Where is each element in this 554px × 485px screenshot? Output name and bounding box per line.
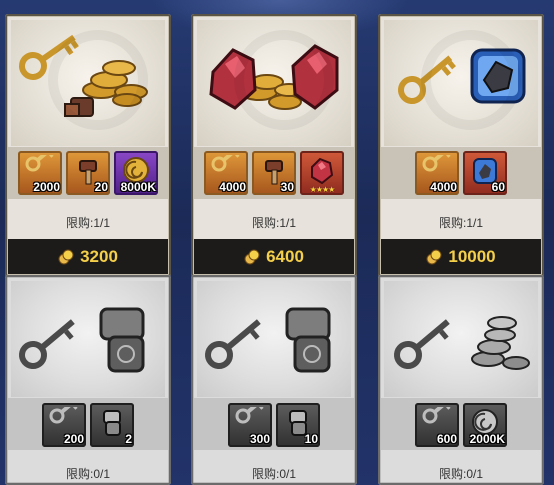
reward-items: 300 10 xyxy=(191,403,357,447)
gauntlet-icon xyxy=(103,410,121,436)
shop-card-1[interactable]: 2000 20 8000K 限购:1/1 3200 xyxy=(5,14,171,277)
item-quantity: 200 xyxy=(63,432,84,446)
purchase-limit: 限购:1/1 xyxy=(438,216,484,230)
buy-button[interactable]: 6400 xyxy=(194,239,354,274)
item-quantity: 4000 xyxy=(219,180,246,194)
item-quantity: 2000K xyxy=(469,432,505,446)
reward-slot-gauntlet[interactable]: 10 xyxy=(276,403,320,447)
price-value: 10000 xyxy=(448,246,496,266)
price-value: 3200 xyxy=(80,246,118,266)
card-hero-image xyxy=(197,281,351,397)
item-quantity: 600 xyxy=(436,432,457,446)
reward-slot-hammer[interactable]: 20 xyxy=(66,151,110,195)
reward-slot-key[interactable]: 300 xyxy=(228,403,272,447)
purchase-limit: 限购:1/1 xyxy=(251,216,297,230)
item-quantity: 10 xyxy=(304,432,318,446)
purchase-limit: 限购:0/1 xyxy=(251,467,297,481)
item-quantity: 2000 xyxy=(33,180,60,194)
reward-slot-key[interactable]: 2000 xyxy=(18,151,62,195)
shop-card-5[interactable]: 300 10 限购:0/1 xyxy=(191,275,357,485)
item-rarity-stars: ★★★★ xyxy=(309,185,336,194)
reward-slot-hammer[interactable]: 30 xyxy=(252,151,296,195)
item-quantity: 300 xyxy=(249,432,270,446)
purchase-limit: 限购:1/1 xyxy=(65,216,111,230)
buy-button[interactable]: 10000 xyxy=(381,239,541,274)
item-quantity: 8000K xyxy=(120,180,156,194)
card-hero-image xyxy=(384,20,538,146)
key-and-gauntlet-illustration xyxy=(19,307,145,373)
item-quantity: 60 xyxy=(491,180,505,194)
card-hero-image xyxy=(384,281,538,397)
shop-card-2[interactable]: 4000 30 ★★★★ 限购:1/1 6400 xyxy=(191,14,357,277)
shop-card-4[interactable]: 200 2 限购:0/1 xyxy=(5,275,171,485)
item-quantity: 30 xyxy=(280,180,294,194)
reward-slot-key[interactable]: 200 xyxy=(42,403,86,447)
key-and-silver-coins-illustration xyxy=(394,316,530,370)
red-gem-icon xyxy=(311,157,334,185)
card-hero-image xyxy=(197,20,351,146)
item-quantity: 20 xyxy=(94,180,108,194)
buy-button[interactable]: 3200 xyxy=(8,239,168,274)
card-hero-image xyxy=(11,281,165,397)
reward-slot-key[interactable]: 600 xyxy=(415,403,459,447)
card-hero-image xyxy=(11,20,165,146)
currency-icon xyxy=(58,249,74,264)
reward-items: 2000 20 8000K xyxy=(5,151,171,195)
purchase-limit: 限购:0/1 xyxy=(438,467,484,481)
item-quantity: 2 xyxy=(125,432,132,446)
reward-slot-crystal[interactable]: 60 xyxy=(463,151,507,195)
currency-icon xyxy=(426,249,442,264)
shop-card-6[interactable]: 600 2000K 限购:0/1 xyxy=(378,275,544,485)
shop-card-3[interactable]: 4000 60 限购:1/1 10000 xyxy=(378,14,544,277)
currency-icon xyxy=(244,249,260,264)
reward-slot-gold[interactable]: 8000K xyxy=(114,151,158,195)
price-value: 6400 xyxy=(266,246,304,266)
reward-items: 4000 30 ★★★★ xyxy=(191,151,357,195)
reward-items: 600 2000K xyxy=(378,403,544,447)
key-and-gauntlet-illustration xyxy=(205,307,331,373)
reward-slot-gauntlet[interactable]: 2 xyxy=(90,403,134,447)
reward-slot-silver[interactable]: 2000K xyxy=(463,403,507,447)
reward-slot-key[interactable]: 4000 xyxy=(204,151,248,195)
reward-slot-key[interactable]: 4000 xyxy=(415,151,459,195)
reward-slot-gem[interactable]: ★★★★ xyxy=(300,151,344,195)
reward-items: 200 2 xyxy=(5,403,171,447)
item-quantity: 4000 xyxy=(430,180,457,194)
purchase-limit: 限购:0/1 xyxy=(65,467,111,481)
reward-items: 4000 60 xyxy=(378,151,544,195)
